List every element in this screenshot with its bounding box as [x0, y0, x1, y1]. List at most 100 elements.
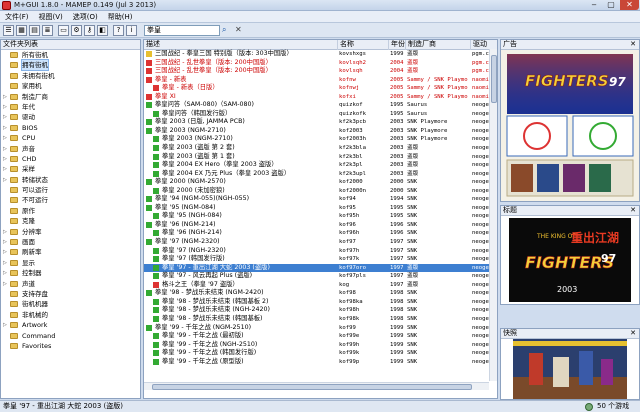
game-row[interactable]: 拳皇 '97 - 风云再起 Plus (盗版) kof97pls 1997 盗版 neo… [144, 272, 497, 281]
game-row[interactable]: 拳皇问答（SAM-080)（SAM-080) quizkof 1995 Saurus n… [144, 101, 497, 110]
folder-item[interactable]: 克隆 [1, 216, 140, 226]
expand-icon[interactable]: ▷ [3, 175, 9, 185]
folder-item[interactable]: 所有街机 [1, 50, 140, 60]
folder-item[interactable]: ▷ 制造厂商 [1, 92, 140, 102]
column-manufacturer[interactable]: 制造厂商 [406, 40, 471, 50]
close-icon[interactable]: ✕ [235, 25, 245, 36]
folder-item[interactable]: ▷ 年代 [1, 102, 140, 112]
game-row[interactable]: 拳皇 '99 - 千年之战 (韩国发行版) kof99k 1999 SNK neogeo… [144, 349, 497, 358]
game-row[interactable]: 拳皇 '94 (NGM-055)(NGH-055) kof94 1994 SNK neo… [144, 195, 497, 204]
close-button[interactable]: ✕ [620, 0, 639, 10]
expand-icon[interactable]: ▷ [3, 247, 9, 257]
expand-icon[interactable]: ▷ [3, 164, 9, 174]
expand-icon[interactable]: ▷ [3, 279, 9, 289]
info-icon[interactable]: i [126, 25, 137, 36]
game-row[interactable]: 拳皇 2004 EX Hero（拳皇 2003 盗版） kf2k3pl 2003 盗版… [144, 161, 497, 170]
expand-icon[interactable]: ▷ [3, 258, 9, 268]
folder-icon[interactable]: ▭ [58, 25, 69, 36]
game-row[interactable]: 拳皇 '99 - 千年之战 (最初版) kof99e 1999 SNK neogeo.c [144, 332, 497, 341]
folder-item[interactable]: 非机械的 [1, 310, 140, 320]
folder-item[interactable]: ▷ BIOS [1, 123, 140, 133]
folder-item[interactable]: ▷ 画面 [1, 237, 140, 247]
folder-item[interactable]: ▷ 分辨率 [1, 227, 140, 237]
game-row[interactable]: 拳皇 - 新表 kofnw 2005 Sammy / SNK Playmo naomi.… [144, 76, 497, 85]
small-icons-icon[interactable]: ▤ [29, 25, 40, 36]
minimize-button[interactable]: ‒ [586, 0, 602, 10]
folder-item[interactable]: 未拥有街机 [1, 71, 140, 81]
expand-icon[interactable]: ▷ [3, 320, 9, 330]
list-view-icon[interactable]: ☰ [3, 25, 14, 36]
game-row[interactable]: 拳皇 '97 (NGM-2320) kof97 1997 SNK neogeo.c [144, 238, 497, 247]
game-row[interactable]: 拳皇 '97 (NGH-2320) kof97h 1997 SNK neogeo.c [144, 247, 497, 256]
folder-item[interactable]: ▷ Artwork [1, 320, 140, 330]
settings-icon[interactable]: ⚙ [71, 25, 82, 36]
game-row[interactable]: 拳皇 '97 (韩国发行版) kof97k 1997 SNK neogeo.c [144, 255, 497, 264]
folder-item[interactable]: ▷ 显示 [1, 258, 140, 268]
game-row[interactable]: 拳皇 '96 (NGH-214) kof96h 1996 SNK neogeo.c [144, 229, 497, 238]
game-row[interactable]: 拳皇 2000 (NGM-2570) kof2000 2000 SNK neogeo.c [144, 178, 497, 187]
folder-item[interactable]: 不可运行 [1, 195, 140, 205]
folder-item[interactable]: 原作 [1, 206, 140, 216]
game-row[interactable]: 三国战纪 - 拳皇三国 特别版（版本: 303中国版） kovshxgs 1999 盗… [144, 50, 497, 59]
close-icon[interactable]: ✕ [630, 206, 636, 215]
folder-item[interactable]: ▷ CHD [1, 154, 140, 164]
game-row[interactable]: 拳皇 '99 - 千年之战 (NGM-2510) kof99 1999 SNK neog… [144, 324, 497, 333]
game-row[interactable]: 拳皇 2003 (NGM-2710) kof2003h 2003 SNK Playmo… [144, 135, 497, 144]
game-row[interactable]: 拳皇 2003 (日版, JAMMA PCB) kf2k3pcb 2003 SNK P… [144, 118, 497, 127]
folder-item[interactable]: ▷ 转储状态 [1, 175, 140, 185]
expand-icon[interactable]: ▷ [3, 268, 9, 278]
expand-icon[interactable]: ▷ [3, 237, 9, 247]
large-icons-icon[interactable]: ▦ [16, 25, 27, 36]
picture-icon[interactable]: ◧ [97, 25, 108, 36]
folder-item[interactable]: Favorites [1, 341, 140, 351]
game-row[interactable]: 拳皇 2003 (盗版 第 1 套) kf2k3bl 2003 盗版 neogeo.c [144, 153, 497, 162]
folder-item[interactable]: 拥有街机 [1, 59, 140, 72]
expand-icon[interactable]: ▷ [3, 144, 9, 154]
details-icon[interactable]: ≣ [42, 25, 53, 36]
expand-icon[interactable]: ▷ [3, 227, 9, 237]
folder-item[interactable]: ▷ 采样 [1, 164, 140, 174]
game-row[interactable]: 三国战纪 - 乱世拳皇（版本: 200中国版） kovlsqh 2004 盗版 pgm.… [144, 67, 497, 76]
game-row[interactable]: 拳皇 2003 (盗版 第 2 套) kf2k3bla 2003 盗版 neogeo.c [144, 144, 497, 153]
expand-icon[interactable]: ▷ [3, 133, 9, 143]
column-year[interactable]: 年份 [389, 40, 406, 50]
column-description[interactable]: 描述 [144, 40, 338, 50]
game-row[interactable]: 拳皇 '98 - 梦战乐未结束 (NGM-2420) kof98 1998 SNK ne… [144, 289, 497, 298]
folder-item[interactable]: Command [1, 331, 140, 341]
game-row[interactable]: 拳皇 XI kofxi 2005 Sammy / SNK Playmo naomi.c [144, 93, 497, 102]
search-icon[interactable]: ⌕ [222, 25, 232, 36]
game-row[interactable]: 拳皇 '99 - 千年之战 (NGH-2510) kof99h 1999 SNK neo… [144, 341, 497, 350]
key-icon[interactable]: ⚷ [84, 25, 95, 36]
folder-item[interactable]: ▷ 控制器 [1, 268, 140, 278]
game-row[interactable]: 三国战纪 - 乱世拳皇（版本: 200中国版） kovlsqh2 2004 盗版 pgm… [144, 59, 497, 68]
column-name[interactable]: 名称 [338, 40, 389, 50]
folder-item[interactable]: 家用机 [1, 81, 140, 91]
menu-help[interactable]: 帮助(H) [103, 11, 138, 23]
expand-icon[interactable]: ▷ [3, 154, 9, 164]
folder-item[interactable]: 支持存盘 [1, 289, 140, 299]
folder-item[interactable]: ▷ 声音 [1, 144, 140, 154]
close-icon[interactable]: ✕ [630, 329, 636, 338]
folder-item[interactable]: ▷ 声道 [1, 279, 140, 289]
expand-icon[interactable]: ▷ [3, 123, 9, 133]
menu-file[interactable]: 文件(F) [0, 11, 34, 23]
expand-icon[interactable]: ▷ [3, 92, 9, 102]
folder-item[interactable]: 可以运行 [1, 185, 140, 195]
game-row[interactable]: 拳皇 '99 - 千年之战 (原型版) kof99p 1999 SNK neogeo.c [144, 358, 497, 367]
scroll-thumb[interactable] [491, 55, 497, 103]
scroll-thumb[interactable] [152, 384, 472, 390]
game-row[interactable]: 拳皇 '97 - 重出江湖 大蛇 2003 (盗版) kof97oro 1997 盗版… [144, 263, 497, 273]
expand-icon[interactable]: ▷ [3, 112, 9, 122]
horizontal-scrollbar[interactable] [144, 382, 489, 390]
game-row[interactable]: 拳皇 2000 (未加密狼) kof2000n 2000 SNK neogeo.c [144, 187, 497, 196]
menu-options[interactable]: 选项(O) [68, 11, 103, 23]
search-input[interactable]: 拳皇 [144, 25, 220, 36]
game-row[interactable]: 拳皇 2004 EX 乃元 Plus（拳皇 2003 盗版） kf2k3upl 20… [144, 170, 497, 179]
close-icon[interactable]: ✕ [630, 40, 636, 49]
game-row[interactable]: 拳皇 '98 - 梦战乐未结束 (韩国基板) kof98k 1998 SNK neoge… [144, 315, 497, 324]
game-row[interactable]: 拳皇 '98 - 梦战乐未结束 (NGH-2420) kof98h 1998 SNK n… [144, 306, 497, 315]
folder-item[interactable]: 街机机器 [1, 299, 140, 309]
maximize-button[interactable]: ▢ [603, 0, 619, 10]
folder-item[interactable]: ▷ 驱动 [1, 112, 140, 122]
folder-item[interactable]: ▷ CPU [1, 133, 140, 143]
